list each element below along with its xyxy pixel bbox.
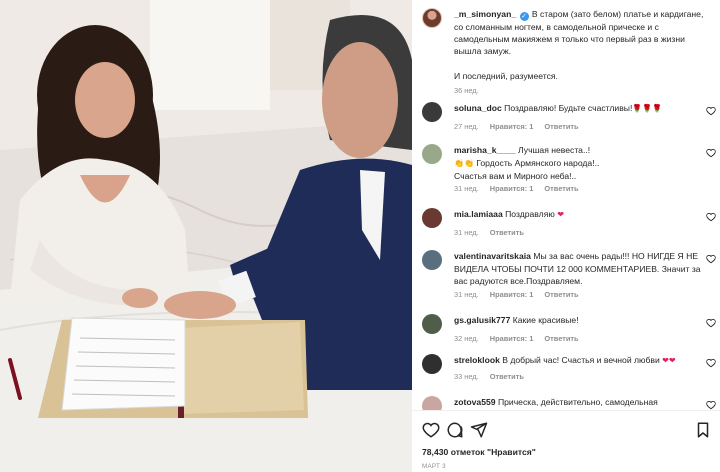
comment-likes[interactable]: Нравится: 1 (490, 122, 534, 131)
comment-item: zotova559 Прическа, действительно, самод… (422, 396, 720, 410)
comment-meta: 31 нед. Нравится: 1 Ответить (454, 290, 588, 299)
post-side-panel: _m_simonyan_ ✓ В старом (зато белом) пла… (412, 0, 720, 472)
commenter-username[interactable]: streloklook (454, 355, 500, 365)
comment-emoji: 🌹🌹🌹 (632, 104, 663, 113)
comment-time: 31 нед. (454, 290, 479, 299)
post-caption: _m_simonyan_ ✓ В старом (зато белом) пла… (422, 6, 714, 95)
comment-message-line3: Счастья вам и Мирного неба!.. (454, 171, 577, 181)
commenter-avatar[interactable] (422, 314, 442, 334)
bookmark-icon[interactable] (694, 421, 712, 439)
reply-button[interactable]: Ответить (544, 122, 578, 131)
comment-emoji: 👏👏 (454, 158, 474, 168)
commenter-avatar[interactable] (422, 250, 442, 270)
comment-meta: 31 нед. Ответить (454, 228, 533, 237)
comment-message: Лучшая невеста..! (518, 145, 591, 155)
reply-button[interactable]: Ответить (544, 334, 578, 343)
comment-time: 32 нед. (454, 334, 479, 343)
comment-like-heart-icon[interactable] (706, 400, 716, 410)
comment-time: 31 нед. (454, 228, 479, 237)
author-username[interactable]: _m_simonyan_ (454, 9, 516, 19)
commenter-avatar[interactable] (422, 144, 442, 164)
verified-badge-icon: ✓ (519, 12, 529, 21)
commenter-username[interactable]: soluna_doc (454, 103, 502, 113)
share-icon[interactable] (470, 421, 488, 439)
comment-time: 27 нед. (454, 122, 479, 131)
comment-text: streloklook В добрый час! Счастья и вечн… (454, 354, 704, 368)
comment-message: В добрый час! Счастья и вечной любви (502, 355, 660, 365)
comment-text: zotova559 Прическа, действительно, самод… (454, 396, 704, 409)
comment-time: 31 нед. (454, 184, 479, 193)
comment-emoji: ❤❤ (662, 356, 676, 365)
reply-button[interactable]: Ответить (544, 184, 578, 193)
comment-message: Поздравляю (505, 209, 555, 219)
commenter-avatar[interactable] (422, 102, 442, 122)
comment-item: streloklook В добрый час! Счастья и вечн… (422, 354, 720, 388)
commenter-username[interactable]: valentinavaritskaia (454, 251, 531, 261)
comment-item: gs.galusik777 Какие красивые! 32 нед. Нр… (422, 314, 720, 348)
comment-like-heart-icon[interactable] (706, 212, 716, 222)
comment-text: gs.galusik777 Какие красивые! (454, 314, 704, 327)
comment-like-heart-icon[interactable] (706, 254, 716, 264)
comment-item: mia.lamiaaa Поздравляю ❤ 31 нед. Ответит… (422, 208, 720, 242)
comment-meta: 31 нед. Нравится: 1 Ответить (454, 184, 588, 193)
comment-emoji: ❤ (557, 210, 564, 219)
post-actions-bar: 78,430 отметок "Нравится" МАРТ 3 (412, 410, 720, 472)
comment-meta: 27 нед. Нравится: 1 Ответить (454, 122, 588, 131)
commenter-username[interactable]: mia.lamiaaa (454, 209, 503, 219)
comment-meta: 32 нед. Нравится: 1 Ответить (454, 334, 588, 343)
commenter-username[interactable]: gs.galusik777 (454, 315, 510, 325)
comment-like-heart-icon[interactable] (706, 358, 716, 368)
comment-likes[interactable]: Нравится: 1 (490, 334, 534, 343)
commenter-avatar[interactable] (422, 396, 442, 410)
caption-time: 36 нед. (454, 86, 479, 95)
comment-item: soluna_doc Поздравляю! Будьте счастливы!… (422, 102, 720, 136)
comment-message: Поздравляю! Будьте счастливы! (504, 103, 633, 113)
post-photo (0, 0, 412, 472)
post-date: МАРТ 3 (422, 463, 446, 470)
comment-icon[interactable] (446, 421, 464, 439)
comment-text: mia.lamiaaa Поздравляю ❤ (454, 208, 704, 222)
commenter-avatar[interactable] (422, 354, 442, 374)
commenter-username[interactable]: marisha_k____ (454, 145, 516, 155)
wedding-photo-illustration (0, 0, 412, 472)
commenter-avatar[interactable] (422, 208, 442, 228)
comment-like-heart-icon[interactable] (706, 148, 716, 158)
comment-text: valentinavaritskaia Мы за вас очень рады… (454, 250, 704, 288)
caption-text: _m_simonyan_ ✓ В старом (зато белом) пла… (454, 8, 714, 57)
heart-icon[interactable] (422, 421, 440, 439)
comment-text: soluna_doc Поздравляю! Будьте счастливы!… (454, 102, 704, 116)
commenter-username[interactable]: zotova559 (454, 397, 496, 407)
comment-likes[interactable]: Нравится: 1 (490, 290, 534, 299)
comment-like-heart-icon[interactable] (706, 106, 716, 116)
likes-number: 78,430 (422, 447, 449, 457)
caption-second-line: И последний, разумеется. (454, 71, 558, 81)
likes-count[interactable]: 78,430 отметок "Нравится" (422, 447, 536, 457)
comment-likes[interactable]: Нравится: 1 (490, 184, 534, 193)
comment-item: valentinavaritskaia Мы за вас очень рады… (422, 250, 720, 302)
comment-message: Какие красивые! (512, 315, 579, 325)
likes-label: отметок "Нравится" (450, 447, 536, 457)
comment-message-line2: Гордость Армянского народа!.. (476, 157, 600, 168)
author-avatar[interactable] (422, 8, 442, 28)
comment-meta: 33 нед. Ответить (454, 372, 533, 381)
reply-button[interactable]: Ответить (490, 372, 524, 381)
reply-button[interactable]: Ответить (544, 290, 578, 299)
reply-button[interactable]: Ответить (490, 228, 524, 237)
comment-like-heart-icon[interactable] (706, 318, 716, 328)
comment-time: 33 нед. (454, 372, 479, 381)
comment-message: Прическа, действительно, самодельная (497, 397, 658, 407)
comment-item: marisha_k____ Лучшая невеста..! 👏👏 Гордо… (422, 144, 720, 196)
comment-text: marisha_k____ Лучшая невеста..! 👏👏 Гордо… (454, 144, 704, 183)
